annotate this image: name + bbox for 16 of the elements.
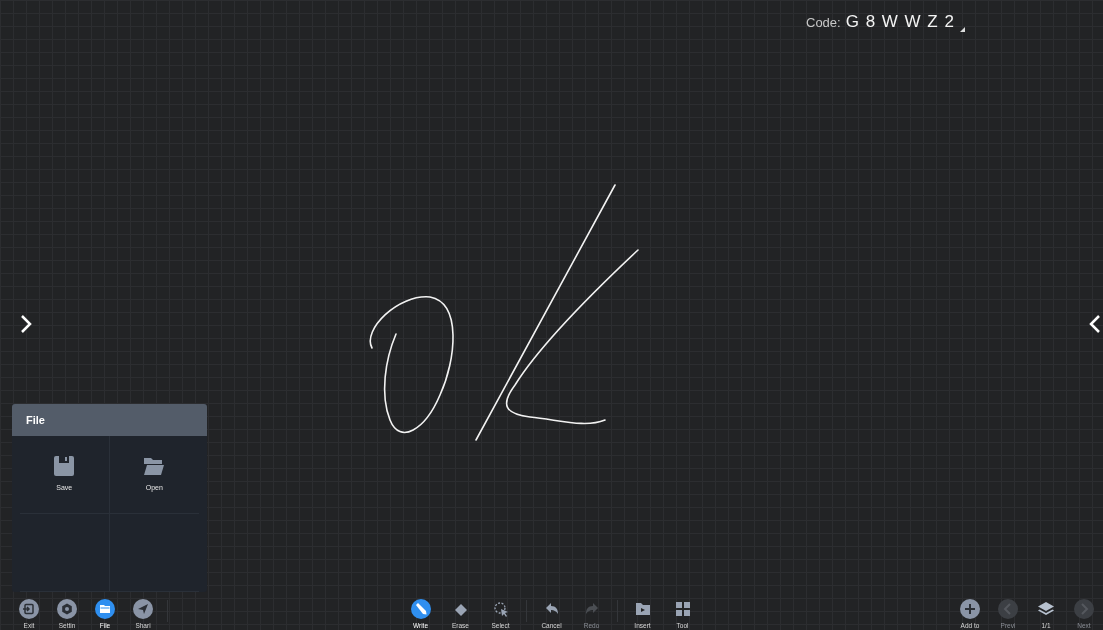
pen-icon	[410, 599, 431, 619]
expand-left-icon[interactable]	[1089, 314, 1101, 334]
plus-icon	[960, 599, 980, 619]
save-icon	[53, 456, 76, 476]
paper-plane-icon	[133, 599, 153, 619]
next-icon	[1074, 599, 1094, 619]
corner-triangle-icon[interactable]	[959, 26, 965, 32]
folder-icon	[95, 599, 115, 619]
previous-icon	[998, 599, 1018, 619]
expand-right-icon[interactable]	[20, 314, 32, 334]
exit-icon	[19, 599, 39, 619]
folder-icon	[143, 456, 166, 476]
settings-icon	[57, 599, 77, 619]
panel-title: File	[12, 404, 207, 436]
code-value: G 8 W W Z 2	[845, 12, 955, 32]
code-label: Code:	[806, 14, 841, 30]
